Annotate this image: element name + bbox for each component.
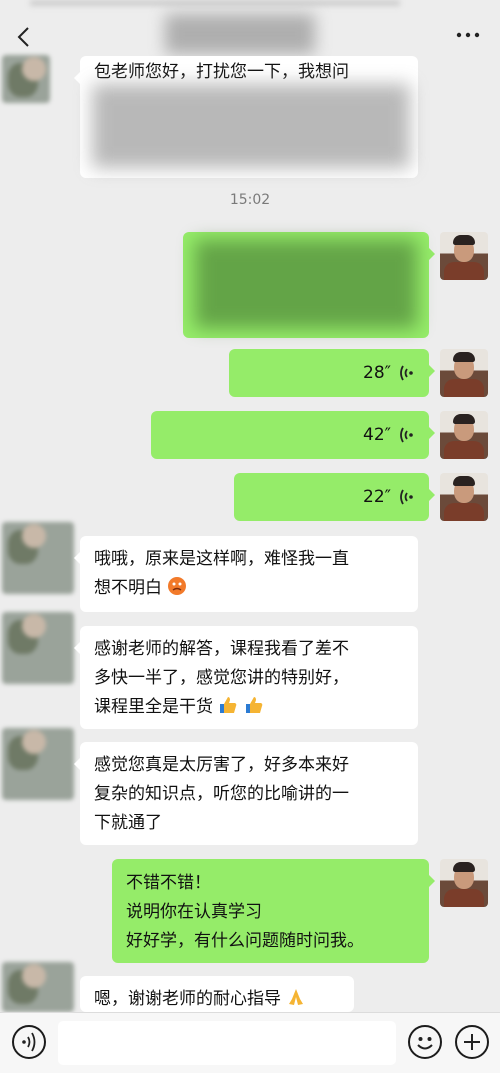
voice-message[interactable]: 42″ [151, 411, 435, 459]
voice-duration: 42″ [363, 424, 391, 445]
voice-wave-icon [400, 427, 413, 443]
message-text: 哦哦，原来是这样啊，难怪我一直 [94, 549, 349, 569]
my-avatar[interactable] [440, 232, 488, 280]
my-avatar[interactable] [440, 411, 488, 459]
plus-icon[interactable] [455, 1025, 489, 1059]
redacted-region [92, 84, 410, 168]
voice-wave-icon [400, 365, 413, 381]
voice-input-icon[interactable] [12, 1025, 46, 1059]
message-bubble-sent[interactable]: 不错不错！ 说明你在认真学习 好好学，有什么问题随时问我。 [112, 859, 435, 963]
message-bubble-received[interactable]: 嗯，谢谢老师的耐心指导 [80, 976, 354, 1012]
pray-hands-icon [289, 989, 304, 1005]
status-bar [30, 0, 400, 6]
message-text: 多快一半了，感觉您讲的特别好， [94, 668, 349, 688]
message-bubble-received[interactable]: 哦哦，原来是这样啊，难怪我一直 想不明白 [74, 536, 418, 612]
voice-duration: 22″ [363, 486, 391, 507]
voice-message[interactable]: 28″ [229, 349, 435, 397]
message-text: 嗯，谢谢老师的耐心指导 [94, 989, 281, 1009]
thumbs-up-icon [220, 697, 237, 713]
message-text: 想不明白 [94, 578, 162, 598]
message-text: 下就通了 [94, 813, 162, 833]
contact-avatar[interactable] [2, 55, 50, 103]
contact-avatar[interactable] [2, 728, 74, 800]
chevron-left-icon[interactable] [14, 26, 34, 48]
sad-face-emoji-icon [168, 577, 187, 595]
contact-avatar[interactable] [2, 522, 74, 594]
message-text: 包老师您好，打扰您一下，我想问 [94, 62, 349, 82]
chat-title-redacted [165, 14, 315, 54]
thumbs-up-icon [245, 697, 263, 713]
time-divider: 15:02 [229, 192, 271, 208]
my-avatar[interactable] [440, 859, 488, 907]
message-bubble-received[interactable]: 感谢老师的解答，课程我看了差不 多快一半了，感觉您讲的特别好， 课程里全是干货 [74, 626, 418, 729]
input-bar [0, 1012, 500, 1073]
message-text: 感谢老师的解答，课程我看了差不 [94, 639, 349, 659]
message-bubble-received[interactable]: 感觉您真是太厉害了，好多本来好 复杂的知识点，听您的比喻讲的一 下就通了 [74, 742, 418, 845]
redacted-region [195, 240, 417, 328]
voice-message[interactable]: 22″ [234, 473, 435, 521]
voice-wave-icon [400, 489, 413, 505]
more-dots-icon[interactable] [456, 30, 480, 40]
my-avatar[interactable] [440, 349, 488, 397]
message-input[interactable] [58, 1021, 396, 1065]
contact-avatar[interactable] [2, 962, 74, 1012]
message-text: 不错不错！ [126, 873, 211, 893]
contact-avatar[interactable] [2, 612, 74, 684]
message-text: 感觉您真是太厉害了，好多本来好 [94, 755, 349, 775]
message-text: 说明你在认真学习 [126, 902, 262, 922]
emoji-icon[interactable] [408, 1025, 442, 1059]
message-text: 好好学，有什么问题随时问我。 [126, 931, 364, 951]
message-text: 课程里全是干货 [94, 697, 213, 717]
my-avatar[interactable] [440, 473, 488, 521]
message-text: 复杂的知识点，听您的比喻讲的一 [94, 784, 349, 804]
voice-duration: 28″ [363, 362, 391, 383]
